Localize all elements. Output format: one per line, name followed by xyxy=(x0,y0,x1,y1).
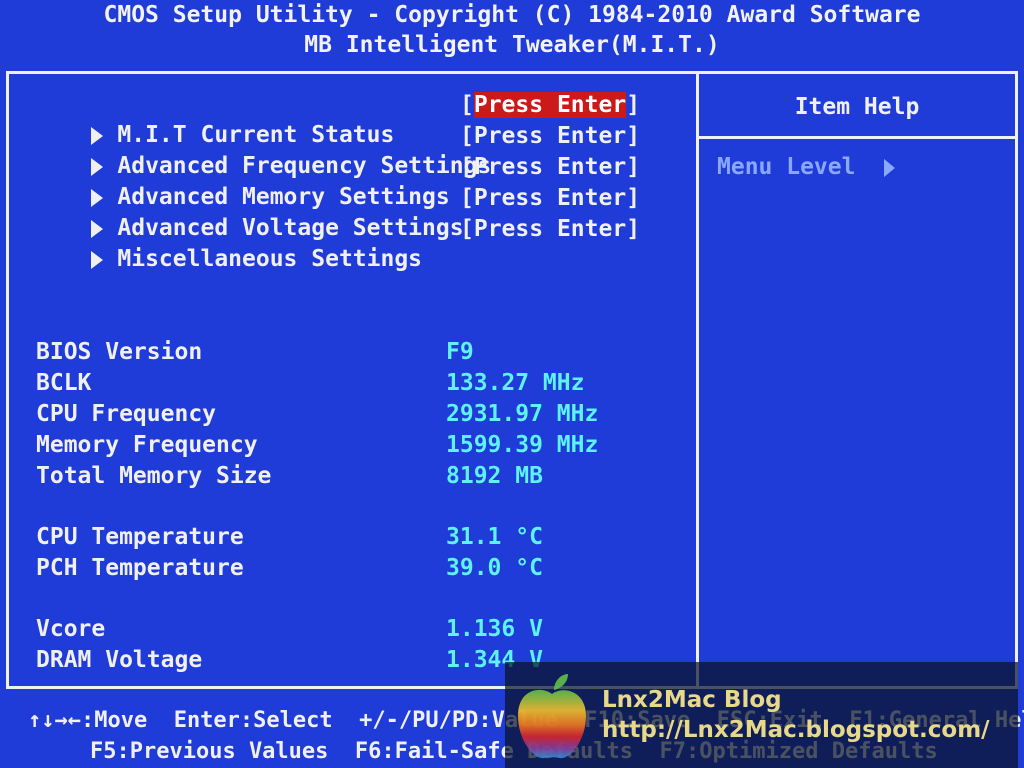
frame-right-border xyxy=(1015,71,1018,689)
help-panel-divider xyxy=(696,71,699,689)
menu-item-value-mit-current-status[interactable]: [Press Enter] xyxy=(460,90,640,120)
submenu-arrow-icon xyxy=(91,251,104,269)
item-help-title: Item Help xyxy=(794,94,920,120)
cpu-temperature-value: 31.1 °C xyxy=(446,524,543,550)
menu-item-advanced-voltage-settings[interactable]: Advanced Voltage Settings xyxy=(36,183,464,241)
memory-frequency-value: 1599.39 MHz xyxy=(446,432,599,458)
menu-item-value: Press Enter xyxy=(473,154,627,180)
header-subtitle: MB Intelligent Tweaker(M.I.T.) xyxy=(304,32,720,58)
menu-item-value: Press Enter xyxy=(473,123,627,149)
menu-item-mit-current-status[interactable]: M.I.T Current Status xyxy=(36,90,394,148)
right-triangle-icon xyxy=(884,159,895,177)
menu-item-advanced-frequency-settings[interactable]: Advanced Frequency Settings xyxy=(36,121,491,179)
menu-item-value-advanced-frequency-settings[interactable]: [Press Enter] xyxy=(460,121,640,151)
dram-voltage-label: DRAM Voltage xyxy=(36,647,203,673)
frame-left-border xyxy=(6,71,9,689)
frame-top-border xyxy=(6,71,1018,74)
vcore-value: 1.136 V xyxy=(446,616,543,642)
menu-item-miscellaneous-settings[interactable]: Miscellaneous Settings xyxy=(36,214,422,272)
menu-item-advanced-memory-settings[interactable]: Advanced Memory Settings xyxy=(36,152,450,210)
help-title-divider xyxy=(699,136,1015,139)
bclk-value: 133.27 MHz xyxy=(446,370,585,396)
bios-version-value: F9 xyxy=(446,339,474,365)
apple-logo-icon xyxy=(518,674,586,759)
total-memory-size-label: Total Memory Size xyxy=(36,463,272,489)
cpu-frequency-label: CPU Frequency xyxy=(36,401,217,427)
menu-item-label: Miscellaneous Settings xyxy=(117,246,423,272)
watermark-url: http://Lnx2Mac.blogspot.com/ xyxy=(602,717,990,743)
total-memory-size-value: 8192 MB xyxy=(446,463,543,489)
menu-item-value-advanced-memory-settings[interactable]: [Press Enter] xyxy=(460,152,640,182)
menu-level-label: Menu Level xyxy=(717,154,856,180)
watermark-title: Lnx2Mac Blog xyxy=(602,687,782,713)
pch-temperature-value: 39.0 °C xyxy=(446,555,543,581)
pch-temperature-label: PCH Temperature xyxy=(36,555,244,581)
bios-version-label: BIOS Version xyxy=(36,339,203,365)
menu-item-value-advanced-voltage-settings[interactable]: [Press Enter] xyxy=(460,183,640,213)
vcore-label: Vcore xyxy=(36,616,106,642)
memory-frequency-label: Memory Frequency xyxy=(36,432,258,458)
bclk-label: BCLK xyxy=(36,370,92,396)
menu-item-value-miscellaneous-settings[interactable]: [Press Enter] xyxy=(460,214,640,244)
bios-screen: CMOS Setup Utility - Copyright (C) 1984-… xyxy=(0,0,1024,768)
menu-item-value: Press Enter xyxy=(473,216,627,242)
header-title: CMOS Setup Utility - Copyright (C) 1984-… xyxy=(103,2,921,28)
cpu-temperature-label: CPU Temperature xyxy=(36,524,244,550)
menu-item-value: Press Enter xyxy=(473,185,627,211)
cpu-frequency-value: 2931.97 MHz xyxy=(446,401,599,427)
selected-value-highlight: Press Enter xyxy=(473,92,627,118)
